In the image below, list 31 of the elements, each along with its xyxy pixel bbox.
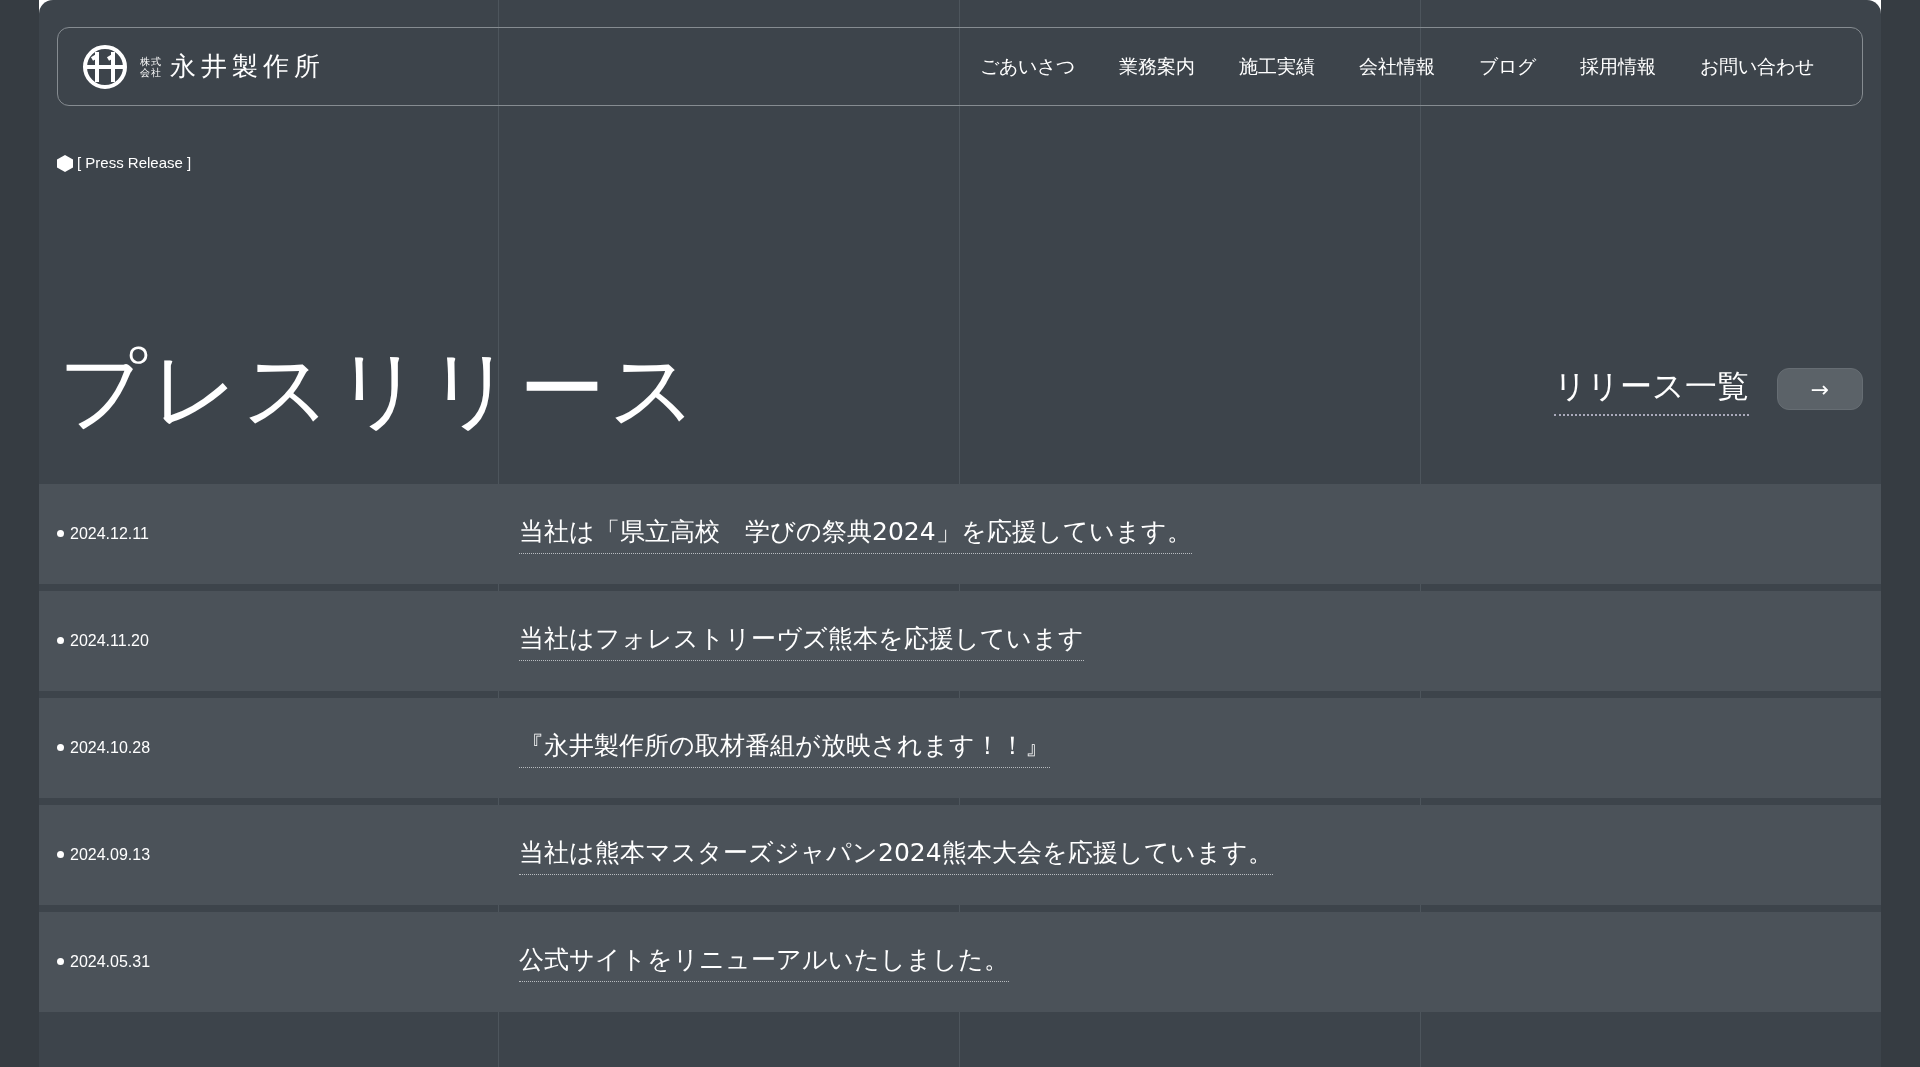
arrow-button[interactable]: → <box>1777 368 1863 410</box>
page-title: プレスリリース <box>59 346 701 432</box>
release-link[interactable]: 『永井製作所の取材番組が放映されます！！』 <box>519 727 1050 768</box>
nav-link[interactable]: ごあいさつ <box>980 52 1075 81</box>
nav-link[interactable]: 施工実績 <box>1239 52 1315 81</box>
nav-link[interactable]: 会社情報 <box>1359 52 1435 81</box>
bullet-icon <box>57 851 64 858</box>
release-link[interactable]: 公式サイトをリニューアルいたしました。 <box>519 941 1009 982</box>
nav-link[interactable]: ブログ <box>1479 52 1536 81</box>
release-date: 2024.09.13 <box>70 844 151 865</box>
nav-link[interactable]: 業務案内 <box>1119 52 1195 81</box>
company-type-label: 会社 <box>140 66 162 78</box>
section-label: [ Press Release ] <box>77 153 192 173</box>
bullet-icon <box>57 958 64 965</box>
release-date: 2024.12.11 <box>70 523 149 544</box>
company-type-label: 株式 <box>140 55 162 67</box>
release-link[interactable]: 当社はフォレストリーヴズ熊本を応援しています <box>519 620 1084 661</box>
release-date: 2024.11.20 <box>70 630 149 651</box>
bullet-icon <box>57 744 64 751</box>
release-date: 2024.10.28 <box>70 737 151 758</box>
logo-icon <box>82 43 128 90</box>
release-link[interactable]: 当社は「県立高校 学びの祭典2024」を応援しています。 <box>519 513 1192 554</box>
release-date: 2024.05.31 <box>70 951 151 972</box>
release-list-link[interactable]: リリース一覧 <box>1554 362 1749 416</box>
company-name: 永井製作所 <box>170 50 325 83</box>
bullet-icon <box>57 637 64 644</box>
nav-link[interactable]: お問い合わせ <box>1700 52 1814 81</box>
release-link[interactable]: 当社は熊本マスターズジャパン2024熊本大会を応援しています。 <box>519 834 1273 875</box>
nav-link[interactable]: 採用情報 <box>1580 52 1656 81</box>
bullet-icon <box>57 530 64 537</box>
hexagon-icon <box>57 154 73 172</box>
